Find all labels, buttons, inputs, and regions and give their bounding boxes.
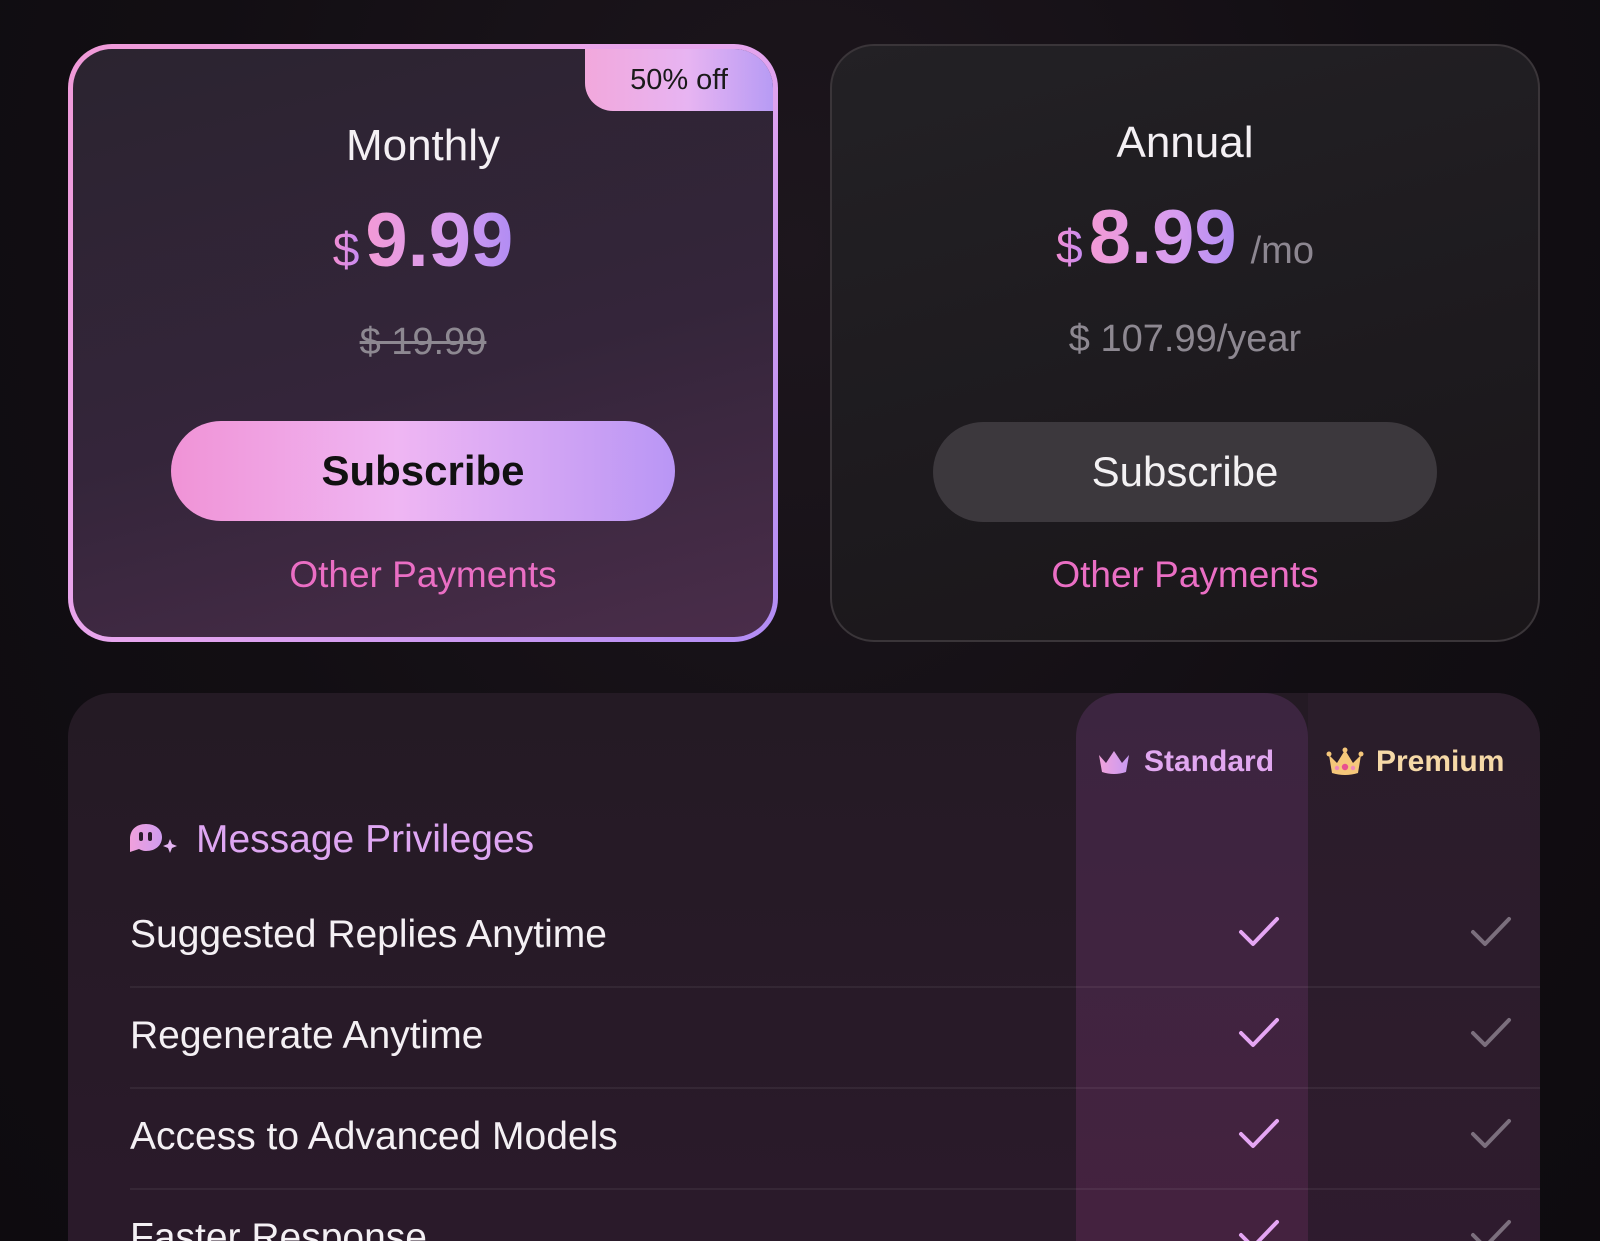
currency-symbol: $ — [1056, 221, 1083, 274]
crown-icon — [1099, 751, 1129, 774]
plan-title-monthly: Monthly — [345, 121, 501, 170]
check-icon — [1239, 1119, 1279, 1148]
feature-row: Access to Advanced Models — [130, 1089, 1540, 1190]
feature-label: Access to Advanced Models — [130, 1115, 618, 1158]
check-icon — [1471, 1220, 1511, 1241]
discount-badge: 50% off — [585, 49, 773, 111]
subscribe-monthly-button[interactable]: Subscribe — [171, 421, 675, 521]
feature-row: Suggested Replies Anytime — [130, 887, 1540, 988]
other-payments-monthly-link[interactable]: Other Payments — [73, 554, 773, 596]
check-icon — [1239, 1018, 1279, 1047]
plan-title-annual: Annual — [1116, 118, 1254, 167]
price-amount: 9.99 — [365, 198, 514, 283]
section-title-message-privileges: Message Privileges — [128, 818, 534, 862]
price-monthly: $ 9.99 — [73, 197, 773, 284]
column-label-standard: Standard — [1144, 745, 1275, 778]
check-icon — [1239, 1220, 1279, 1241]
check-icon — [1471, 1119, 1511, 1148]
other-payments-annual-link[interactable]: Other Payments — [832, 554, 1538, 596]
subscribe-annual-button[interactable]: Subscribe — [933, 422, 1437, 522]
original-price: $ 19.99 — [359, 321, 487, 363]
price-annual: $ 8.99 /mo — [832, 194, 1538, 281]
plan-card-annual[interactable]: Annual $ 8.99 /mo $ 107.99/year Subscrib… — [830, 44, 1540, 642]
check-icon — [1471, 1018, 1511, 1047]
column-header-premium: Premium — [1326, 745, 1504, 779]
plan-card-annual-body: Annual $ 8.99 /mo $ 107.99/year Subscrib… — [832, 46, 1538, 640]
feature-label: Faster Response — [130, 1216, 427, 1241]
jeweled-crown-icon — [1326, 747, 1364, 775]
column-label-premium: Premium — [1376, 745, 1505, 778]
plan-card-monthly-body: 50% off Monthly $ 9.99 $ 19.99 Subscribe… — [73, 49, 773, 637]
currency-symbol: $ — [332, 224, 360, 277]
section-title-text: Message Privileges — [196, 818, 535, 861]
chat-bubble-sparkle-icon — [130, 824, 177, 853]
feature-row: Regenerate Anytime — [130, 988, 1540, 1089]
feature-comparison-table: Standard Premium Message Privileges Sugg… — [68, 693, 1540, 1241]
feature-label: Regenerate Anytime — [130, 1014, 484, 1057]
plan-card-monthly[interactable]: 50% off Monthly $ 9.99 $ 19.99 Subscribe… — [68, 44, 778, 642]
column-header-standard: Standard — [1096, 745, 1274, 779]
feature-row: Faster Response — [130, 1190, 1540, 1241]
pricing-page: 50% off Monthly $ 9.99 $ 19.99 Subscribe… — [0, 0, 1600, 1241]
price-amount: 8.99 — [1088, 195, 1237, 280]
yearly-price: $ 107.99/year — [1068, 318, 1302, 360]
check-icon — [1471, 917, 1511, 946]
check-icon — [1239, 917, 1279, 946]
feature-label: Suggested Replies Anytime — [130, 913, 607, 956]
price-per-unit: /mo — [1250, 230, 1314, 272]
